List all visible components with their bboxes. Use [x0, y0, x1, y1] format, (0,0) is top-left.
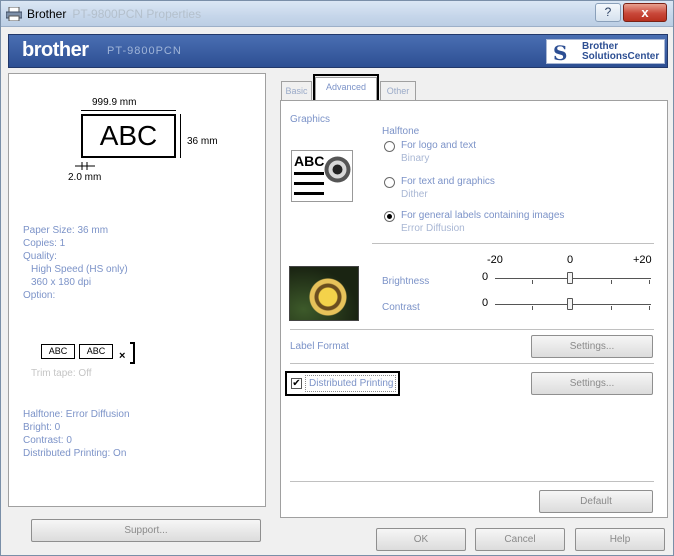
summary-trim-tape: Trim tape: Off: [31, 368, 92, 379]
tape-segment-1: ABC: [41, 344, 75, 359]
cancel-button[interactable]: Cancel: [475, 528, 565, 551]
brightness-slider-track[interactable]: [495, 278, 651, 279]
summary-halftone: Halftone: Error Diffusion: [23, 409, 130, 420]
halftone-option-error-diffusion-label: For general labels containing images: [401, 210, 565, 221]
brightness-tick: [611, 280, 612, 284]
summary-distributed: Distributed Printing: On: [23, 448, 127, 459]
halftone-option-error-diffusion-radio[interactable]: [384, 211, 395, 222]
height-ruler: [180, 114, 181, 158]
ok-button[interactable]: OK: [376, 528, 466, 551]
scale-min: -20: [487, 254, 503, 266]
graphics-label: Graphics: [290, 114, 331, 125]
preview-panel: 999.9 mm ABC 36 mm 2.0 mm Paper Size: 36…: [8, 73, 266, 507]
distributed-settings-button[interactable]: Settings...: [531, 372, 653, 395]
brand-header: brother PT-9800PCN S Brother SolutionsCe…: [8, 34, 668, 68]
contrast-tick: [649, 306, 650, 310]
tab-basic[interactable]: Basic: [281, 81, 312, 101]
sample-photo: [289, 266, 359, 321]
model-name: PT-9800PCN: [107, 45, 182, 57]
contrast-label: Contrast: [382, 302, 420, 313]
label-preview-text: ABC: [99, 120, 158, 151]
halftone-option-dither-label: For text and graphics: [401, 176, 495, 187]
summary-option: Option:: [23, 290, 56, 301]
summary-quality-mode: High Speed (HS only): [31, 264, 128, 275]
contrast-slider-track[interactable]: [495, 304, 651, 305]
brightness-value: 0: [482, 271, 489, 283]
margin-length: 2.0 mm: [68, 172, 102, 183]
halftone-option-binary-radio[interactable]: [384, 141, 395, 152]
separator: [290, 329, 654, 330]
text-lines-icon: [294, 172, 324, 195]
window-title-app: Brother: [27, 7, 67, 21]
halftone-option-dither-sub: Dither: [401, 189, 428, 200]
contrast-tick: [532, 306, 533, 310]
brightness-label: Brightness: [382, 276, 430, 287]
label-format-settings-button[interactable]: Settings...: [531, 335, 653, 358]
distributed-printing-focus: Distributed Printing: [305, 375, 396, 392]
graphic-preview: ABC: [291, 150, 353, 202]
brother-logo: brother: [22, 39, 89, 61]
distributed-printing-label: Distributed Printing: [309, 378, 394, 389]
label-preview: ABC: [81, 114, 176, 158]
brightness-tick: [532, 280, 533, 284]
close-button[interactable]: x: [623, 3, 667, 22]
margin-marker-icon: [75, 162, 95, 170]
halftone-option-dither-radio[interactable]: [384, 177, 395, 188]
contrast-value: 0: [482, 297, 489, 309]
summary-quality: Quality:: [23, 251, 57, 262]
tape-end-icon: [130, 342, 135, 364]
cut-mark-icon: ×: [119, 350, 126, 362]
printer-icon: [6, 7, 22, 21]
scale-mid: 0: [567, 254, 574, 266]
default-button[interactable]: Default: [539, 490, 653, 513]
brightness-tick: [649, 280, 650, 284]
flower-image-icon: [324, 156, 351, 183]
properties-window: Brother PT-9800PCN Properties ? x brother…: [0, 0, 674, 556]
distributed-printing-checkbox[interactable]: ✔: [291, 378, 302, 389]
graphic-preview-text: ABC: [294, 153, 325, 169]
separator: [290, 481, 654, 482]
width-ruler: [81, 110, 176, 111]
solutions-center-button[interactable]: S Brother SolutionsCenter: [546, 39, 665, 65]
halftone-option-binary-sub: Binary: [401, 153, 430, 164]
summary-copies: Copies: 1: [23, 238, 66, 249]
halftone-option-binary-label: For logo and text: [401, 140, 477, 151]
support-button[interactable]: Support...: [31, 519, 261, 542]
separator: [290, 363, 654, 364]
tab-other[interactable]: Other: [380, 81, 416, 101]
summary-resolution: 360 x 180 dpi: [31, 277, 92, 288]
separator: [372, 243, 654, 244]
contrast-slider-thumb[interactable]: [567, 298, 573, 310]
help-title-button[interactable]: ?: [595, 3, 621, 22]
tape-segment-2: ABC: [79, 344, 113, 359]
window-title-blurred: PT-9800PCN Properties: [72, 7, 202, 21]
label-width: 999.9 mm: [92, 97, 137, 108]
help-button[interactable]: Help: [575, 528, 665, 551]
label-height: 36 mm: [187, 136, 218, 147]
label-format-label: Label Format: [290, 341, 349, 352]
summary-bright: Bright: 0: [23, 422, 61, 433]
title-bar[interactable]: Brother PT-9800PCN Properties ? x: [1, 1, 673, 27]
scale-max: +20: [633, 254, 652, 266]
contrast-tick: [611, 306, 612, 310]
solutions-logo-icon: S: [553, 41, 568, 65]
halftone-option-error-diffusion-sub: Error Diffusion: [401, 223, 465, 234]
summary-contrast: Contrast: 0: [23, 435, 72, 446]
solutions-line2: SolutionsCenter: [582, 51, 660, 62]
window-title: Brother PT-9800PCN Properties: [27, 7, 201, 21]
halftone-label: Halftone: [382, 126, 420, 137]
brightness-slider-thumb[interactable]: [567, 272, 573, 284]
summary-paper-size: Paper Size: 36 mm: [23, 225, 109, 236]
tab-advanced-highlight: [313, 74, 379, 102]
